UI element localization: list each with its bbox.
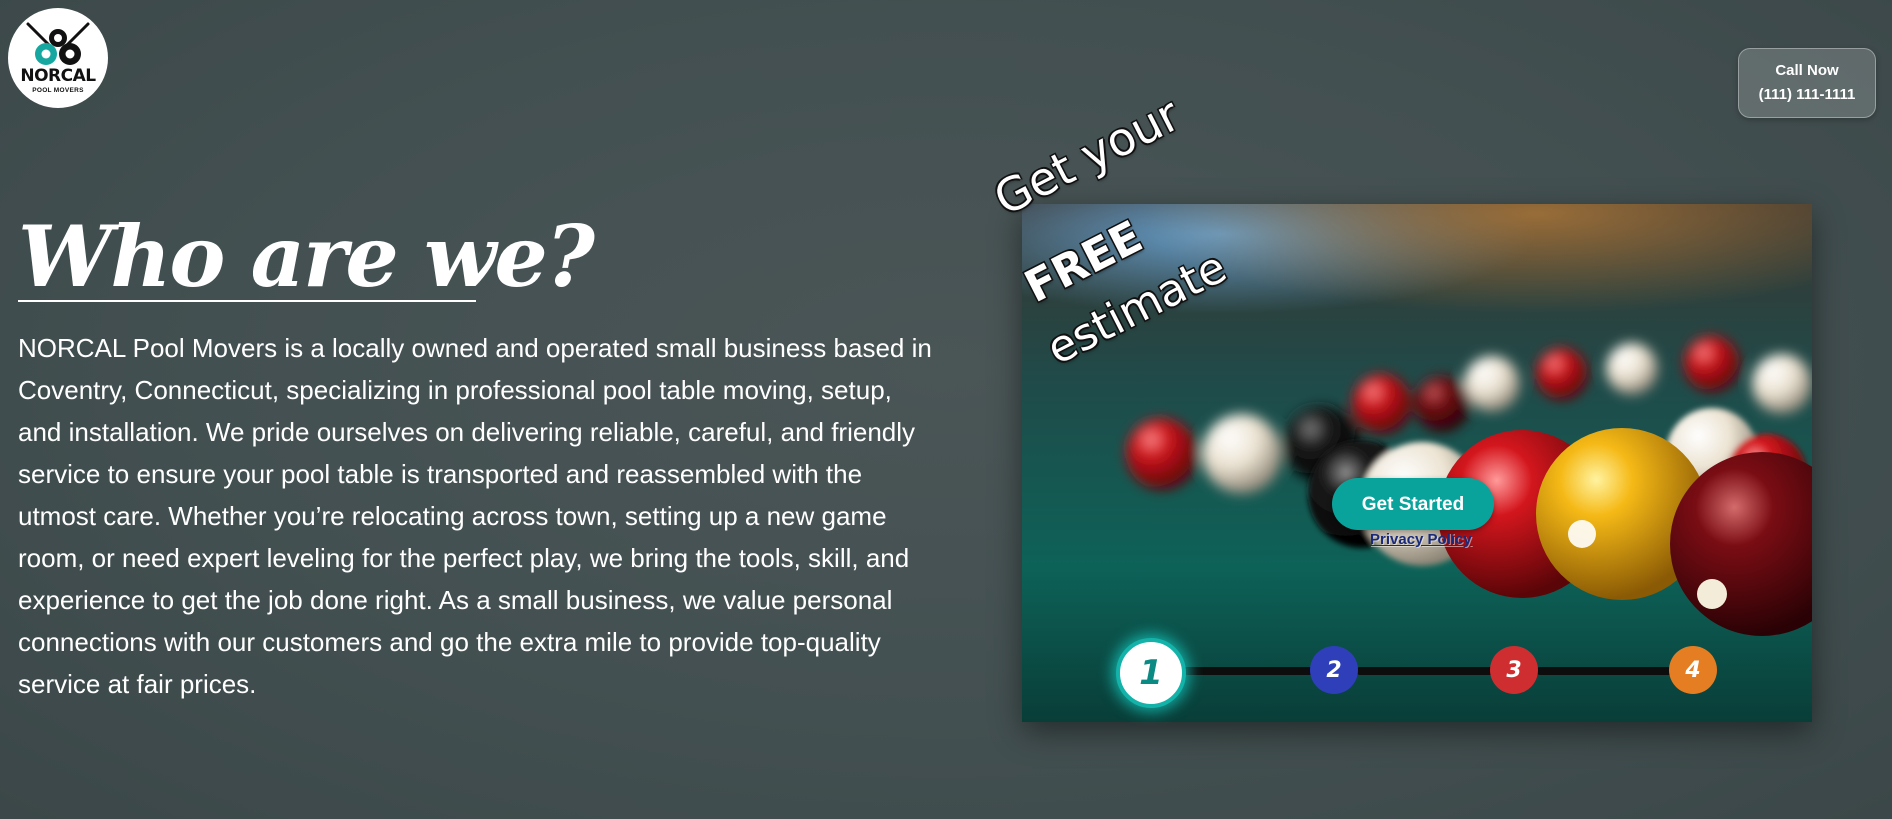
logo-brand-text: NORCAL [20,66,96,86]
company-logo[interactable]: NORCAL POOL MOVERS [8,8,108,108]
logo-tagline: POOL MOVERS [32,87,84,94]
privacy-policy-link[interactable]: Privacy Policy [1370,531,1472,548]
step-4-indicator[interactable]: 4 [1669,646,1717,694]
step-2-indicator[interactable]: 2 [1310,646,1358,694]
step-1-indicator[interactable]: 1 [1116,638,1186,708]
step-connector-1-2 [1176,667,1314,675]
call-now-phone: (111) 111-1111 [1758,86,1856,103]
get-started-button[interactable]: Get Started [1332,478,1494,530]
about-description: NORCAL Pool Movers is a locally owned an… [18,333,932,699]
call-now-button[interactable]: Call Now (111) 111-1111 [1738,48,1876,118]
step-connector-3-4 [1536,667,1673,675]
step-connector-2-3 [1356,667,1494,675]
call-now-label: Call Now [1775,62,1839,79]
about-title: Who are we? [18,207,595,306]
step-3-indicator[interactable]: 3 [1490,646,1538,694]
title-underline [18,300,476,302]
